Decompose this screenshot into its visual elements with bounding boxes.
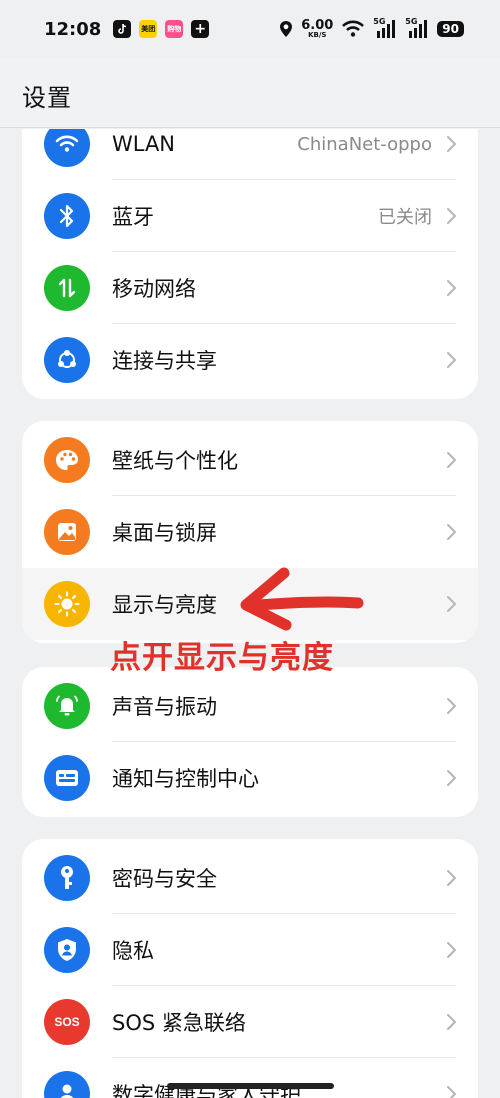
settings-item-sos[interactable]: SOS SOS 紧急联络	[22, 986, 478, 1058]
settings-item-mobile-network[interactable]: 移动网络	[22, 252, 478, 324]
settings-item-value: ChinaNet-oppo	[297, 133, 432, 155]
settings-item-wlan[interactable]: WLAN ChinaNet-oppo	[22, 129, 478, 180]
settings-group-network: WLAN ChinaNet-oppo 蓝牙 已关闭 移动网络 连接与共享	[22, 129, 478, 399]
settings-item-bluetooth[interactable]: 蓝牙 已关闭	[22, 180, 478, 252]
app-icon: 购物	[165, 20, 184, 38]
settings-item-value: 已关闭	[378, 207, 432, 228]
chevron-right-icon	[447, 208, 456, 224]
chevron-right-icon	[447, 1014, 456, 1030]
chevron-right-icon	[447, 280, 456, 296]
settings-item-label: 移动网络	[112, 277, 196, 301]
meituan-icon: 美团	[139, 20, 158, 38]
chevron-right-icon	[447, 770, 456, 786]
chevron-right-icon	[447, 524, 456, 540]
settings-item-label: 连接与共享	[112, 349, 217, 373]
chevron-right-icon	[447, 942, 456, 958]
mobile-data-icon	[44, 265, 90, 311]
sos-icon: SOS	[44, 999, 90, 1045]
palette-icon	[44, 437, 90, 483]
chevron-right-icon	[447, 136, 456, 152]
bell-icon	[44, 683, 90, 729]
settings-group-security: 密码与安全 隐私 SOS SOS 紧急联络 数字健康与家人守护	[22, 839, 478, 1098]
key-icon	[44, 855, 90, 901]
settings-item-label: SOS 紧急联络	[112, 1011, 246, 1035]
chevron-right-icon	[447, 596, 456, 612]
net-speed: 6.00 KB/S	[301, 18, 334, 39]
chevron-right-icon	[447, 870, 456, 886]
annotation-arrow-icon	[240, 567, 364, 631]
settings-item-password-security[interactable]: 密码与安全	[22, 842, 478, 914]
chevron-right-icon	[447, 698, 456, 714]
settings-item-label: WLAN	[112, 132, 176, 156]
settings-item-label: 桌面与锁屏	[112, 521, 217, 545]
wifi-status-icon	[342, 20, 365, 37]
settings-item-sound-vibration[interactable]: 声音与振动	[22, 670, 478, 742]
settings-item-label: 壁纸与个性化	[112, 449, 238, 473]
page-title: 设置	[22, 84, 72, 112]
home-indicator[interactable]	[167, 1083, 334, 1089]
plus-icon: +	[191, 20, 210, 38]
signal-2-icon: 5G	[405, 17, 429, 39]
location-icon	[280, 21, 293, 37]
header: 设置	[0, 58, 500, 128]
tiktok-icon	[113, 20, 132, 38]
settings-item-label: 隐私	[112, 939, 154, 963]
settings-item-notification-control[interactable]: 通知与控制中心	[22, 742, 478, 814]
status-bar: 12:08 美团 购物 + 6.00 KB/S 5G 5G 90	[0, 0, 500, 58]
settings-item-desktop-lockscreen[interactable]: 桌面与锁屏	[22, 496, 478, 568]
settings-item-label: 通知与控制中心	[112, 767, 259, 791]
bluetooth-icon	[44, 193, 90, 239]
notification-icon	[44, 755, 90, 801]
privacy-icon	[44, 927, 90, 973]
settings-item-digital-wellbeing[interactable]: 数字健康与家人守护	[22, 1058, 478, 1098]
settings-item-label: 密码与安全	[112, 867, 217, 891]
settings-item-label: 蓝牙	[112, 205, 154, 229]
person-icon	[44, 1071, 90, 1098]
signal-1-icon: 5G	[373, 17, 397, 39]
settings-item-label: 显示与亮度	[112, 593, 217, 617]
settings-item-connection-sharing[interactable]: 连接与共享	[22, 324, 478, 396]
wifi-icon	[44, 129, 90, 167]
wallpaper-icon	[44, 509, 90, 555]
status-time: 12:08	[44, 18, 102, 40]
settings-item-privacy[interactable]: 隐私	[22, 914, 478, 986]
chevron-right-icon	[447, 1086, 456, 1098]
settings-item-label: 声音与振动	[112, 695, 217, 719]
chevron-right-icon	[447, 452, 456, 468]
chevron-right-icon	[447, 352, 456, 368]
share-icon	[44, 337, 90, 383]
battery-indicator: 90	[437, 21, 464, 37]
settings-group-sound-notification: 声音与振动 通知与控制中心	[22, 667, 478, 817]
brightness-icon	[44, 581, 90, 627]
annotation-text: 点开显示与亮度	[110, 640, 334, 676]
settings-item-wallpaper[interactable]: 壁纸与个性化	[22, 424, 478, 496]
